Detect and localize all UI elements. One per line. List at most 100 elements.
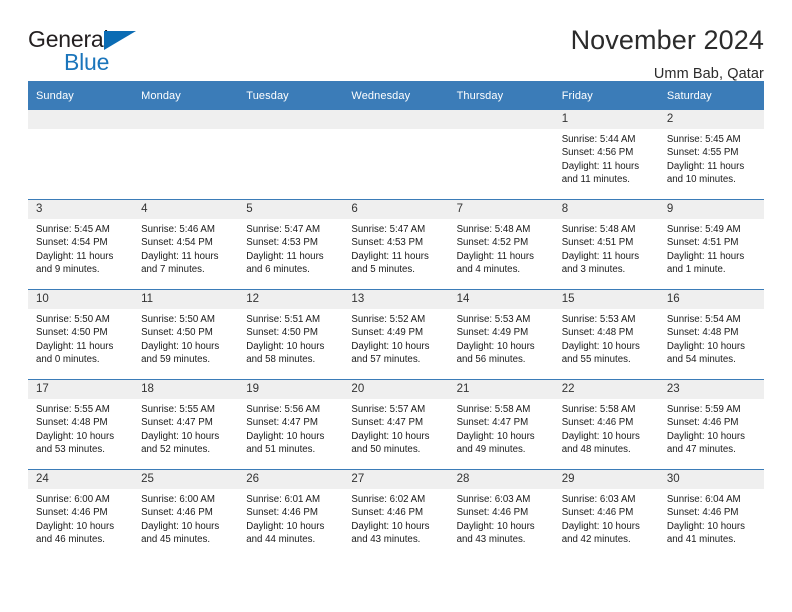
logo-text-blue: Blue — [64, 49, 110, 75]
weekday-header-tuesday: Tuesday — [238, 81, 344, 110]
calendar-day-cell[interactable]: 9 Sunrise: 5:49 AM Sunset: 4:51 PM Daylight… — [658, 199, 764, 290]
day-details: Sunrise: 5:51 AM Sunset: 4:50 PM Daylight:… — [238, 309, 343, 367]
calendar-day-cell[interactable]: 10 Sunrise: 5:50 AM Sunset: 4:50 PM Dayligh… — [28, 289, 134, 380]
daylight-text-line1: Daylight: 11 hours — [561, 250, 640, 262]
calendar-day-cell[interactable]: 3 Sunrise: 5:45 AM Sunset: 4:54 PM Daylight… — [28, 199, 134, 290]
daylight-text-line2: and 58 minutes. — [246, 354, 316, 366]
calendar-day-cell[interactable]: 25 Sunrise: 6:00 AM Sunset: 4:46 PM Dayligh… — [133, 469, 239, 559]
calendar-day-cell[interactable]: 15 Sunrise: 5:53 AM Sunset: 4:48 PM Dayligh… — [553, 289, 659, 380]
day-details: Sunrise: 5:56 AM Sunset: 4:47 PM Daylight:… — [238, 399, 343, 457]
sunrise-text: Sunrise: 6:04 AM — [666, 494, 741, 505]
sunset-text: Sunset: 4:48 PM — [561, 327, 634, 339]
day-details: Sunrise: 6:04 AM Sunset: 4:46 PM Daylight:… — [659, 489, 764, 547]
calendar-day-cell[interactable]: 23 Sunrise: 5:59 AM Sunset: 4:46 PM Dayligh… — [658, 379, 764, 470]
logo-text-general: General — [28, 26, 109, 52]
calendar-day-cell[interactable]: 8 Sunrise: 5:48 AM Sunset: 4:51 PM Daylight… — [553, 199, 659, 290]
calendar-day-cell-empty — [28, 110, 134, 200]
calendar-day-cell[interactable]: 21 Sunrise: 5:58 AM Sunset: 4:47 PM Dayligh… — [448, 379, 554, 470]
day-cell-inner: 4 Sunrise: 5:46 AM Sunset: 4:54 PM Daylight… — [133, 200, 239, 289]
day-cell-inner: 17 Sunrise: 5:55 AM Sunset: 4:48 PM Dayligh… — [28, 380, 134, 469]
calendar-day-cell[interactable]: 6 Sunrise: 5:47 AM Sunset: 4:53 PM Daylight… — [343, 199, 449, 290]
day-number: 30 — [658, 470, 764, 489]
sunrise-text: Sunrise: 5:56 AM — [246, 404, 321, 415]
daylight-text-line1: Daylight: 10 hours — [141, 520, 220, 532]
sunset-text: Sunset: 4:47 PM — [246, 417, 318, 429]
daylight-text-line1: Daylight: 10 hours — [666, 340, 745, 352]
calendar-day-cell[interactable]: 18 Sunrise: 5:55 AM Sunset: 4:47 PM Dayligh… — [133, 379, 239, 470]
day-number: 8 — [553, 200, 659, 219]
calendar-day-cell[interactable]: 1 Sunrise: 5:44 AM Sunset: 4:56 PM Daylight… — [553, 110, 659, 200]
daylight-text-line2: and 48 minutes. — [561, 444, 631, 456]
daylight-text-line2: and 46 minutes. — [36, 534, 105, 546]
calendar-day-cell[interactable]: 30 Sunrise: 6:04 AM Sunset: 4:46 PM Dayligh… — [658, 469, 764, 559]
daylight-text-line2: and 54 minutes. — [666, 354, 736, 366]
sunset-text: Sunset: 4:50 PM — [246, 327, 318, 339]
calendar-day-cell[interactable]: 13 Sunrise: 5:52 AM Sunset: 4:49 PM Dayligh… — [343, 289, 449, 380]
daylight-text-line2: and 6 minutes. — [246, 264, 310, 276]
calendar-day-cell-empty — [238, 110, 344, 200]
day-details: Sunrise: 6:03 AM Sunset: 4:46 PM Daylight:… — [449, 489, 554, 547]
day-number: 3 — [28, 200, 134, 219]
daylight-text-line2: and 56 minutes. — [456, 354, 526, 366]
day-details: Sunrise: 5:44 AM Sunset: 4:56 PM Daylight:… — [554, 129, 659, 187]
day-cell-inner: 13 Sunrise: 5:52 AM Sunset: 4:49 PM Dayligh… — [343, 290, 449, 379]
daylight-text-line2: and 43 minutes. — [351, 534, 421, 546]
daylight-text-line2: and 11 minutes. — [561, 174, 630, 186]
daylight-text-line2: and 57 minutes. — [351, 354, 421, 366]
sunrise-text: Sunrise: 5:48 AM — [456, 224, 531, 235]
calendar-week-row: 17 Sunrise: 5:55 AM Sunset: 4:48 PM Dayligh… — [28, 379, 764, 470]
calendar-page: General Blue November 2024 Umm Bab, Qata… — [0, 0, 792, 612]
daylight-text-line2: and 5 minutes. — [351, 264, 415, 276]
daylight-text-line1: Daylight: 11 hours — [561, 160, 640, 172]
sunset-text: Sunset: 4:54 PM — [36, 237, 108, 249]
day-details: Sunrise: 5:58 AM Sunset: 4:47 PM Daylight:… — [449, 399, 554, 457]
daylight-text-line1: Daylight: 10 hours — [666, 430, 745, 442]
calendar-day-cell[interactable]: 19 Sunrise: 5:56 AM Sunset: 4:47 PM Dayligh… — [238, 379, 344, 470]
day-cell-inner: 28 Sunrise: 6:03 AM Sunset: 4:46 PM Dayligh… — [448, 470, 554, 559]
calendar-day-cell[interactable]: 26 Sunrise: 6:01 AM Sunset: 4:46 PM Dayligh… — [238, 469, 344, 559]
calendar-day-cell[interactable]: 2 Sunrise: 5:45 AM Sunset: 4:55 PM Daylight… — [658, 110, 764, 200]
calendar-day-cell[interactable]: 7 Sunrise: 5:48 AM Sunset: 4:52 PM Daylight… — [448, 199, 554, 290]
day-number: 22 — [553, 380, 659, 399]
day-cell-inner: 18 Sunrise: 5:55 AM Sunset: 4:47 PM Dayligh… — [133, 380, 239, 469]
sunset-text: Sunset: 4:51 PM — [561, 237, 634, 249]
sunrise-text: Sunrise: 5:46 AM — [141, 224, 215, 235]
day-number: 9 — [658, 200, 764, 219]
general-blue-logo[interactable]: General Blue — [28, 26, 158, 78]
weekday-header-friday: Friday — [553, 81, 659, 110]
daylight-text-line1: Daylight: 10 hours — [351, 430, 430, 442]
calendar-day-cell[interactable]: 22 Sunrise: 5:58 AM Sunset: 4:46 PM Dayligh… — [553, 379, 659, 470]
sunset-text: Sunset: 4:46 PM — [666, 507, 739, 519]
day-cell-inner: 30 Sunrise: 6:04 AM Sunset: 4:46 PM Dayligh… — [658, 470, 764, 559]
day-cell-inner: 22 Sunrise: 5:58 AM Sunset: 4:46 PM Dayligh… — [553, 380, 659, 469]
day-number — [133, 110, 239, 129]
day-details: Sunrise: 6:01 AM Sunset: 4:46 PM Daylight:… — [238, 489, 343, 547]
day-cell-inner: 12 Sunrise: 5:51 AM Sunset: 4:50 PM Dayligh… — [238, 290, 344, 379]
calendar-day-cell[interactable]: 14 Sunrise: 5:53 AM Sunset: 4:49 PM Dayligh… — [448, 289, 554, 380]
day-cell-inner: 26 Sunrise: 6:01 AM Sunset: 4:46 PM Dayligh… — [238, 470, 344, 559]
calendar-day-cell[interactable]: 5 Sunrise: 5:47 AM Sunset: 4:53 PM Daylight… — [238, 199, 344, 290]
calendar-day-cell[interactable]: 12 Sunrise: 5:51 AM Sunset: 4:50 PM Dayligh… — [238, 289, 344, 380]
daylight-text-line2: and 45 minutes. — [141, 534, 211, 546]
day-cell-inner: 25 Sunrise: 6:00 AM Sunset: 4:46 PM Dayligh… — [133, 470, 239, 559]
sunset-text: Sunset: 4:46 PM — [561, 507, 634, 519]
day-details: Sunrise: 6:02 AM Sunset: 4:46 PM Daylight:… — [343, 489, 448, 547]
calendar-day-cell[interactable]: 20 Sunrise: 5:57 AM Sunset: 4:47 PM Dayligh… — [343, 379, 449, 470]
calendar-day-cell[interactable]: 17 Sunrise: 5:55 AM Sunset: 4:48 PM Dayligh… — [28, 379, 134, 470]
day-cell-inner: 14 Sunrise: 5:53 AM Sunset: 4:49 PM Dayligh… — [448, 290, 554, 379]
calendar-day-cell[interactable]: 27 Sunrise: 6:02 AM Sunset: 4:46 PM Dayligh… — [343, 469, 449, 559]
day-details: Sunrise: 6:00 AM Sunset: 4:46 PM Daylight:… — [28, 489, 133, 547]
calendar-day-cell[interactable]: 29 Sunrise: 6:03 AM Sunset: 4:46 PM Dayligh… — [553, 469, 659, 559]
sunset-text: Sunset: 4:48 PM — [666, 327, 739, 339]
day-number: 24 — [28, 470, 134, 489]
daylight-text-line1: Daylight: 10 hours — [246, 430, 325, 442]
calendar-day-cell[interactable]: 11 Sunrise: 5:50 AM Sunset: 4:50 PM Dayligh… — [133, 289, 239, 380]
day-cell-inner: 16 Sunrise: 5:54 AM Sunset: 4:48 PM Dayligh… — [658, 290, 764, 379]
calendar-day-cell[interactable]: 28 Sunrise: 6:03 AM Sunset: 4:46 PM Dayligh… — [448, 469, 554, 559]
sunset-text: Sunset: 4:53 PM — [246, 237, 318, 249]
calendar-day-cell[interactable]: 4 Sunrise: 5:46 AM Sunset: 4:54 PM Daylight… — [133, 199, 239, 290]
calendar-day-cell[interactable]: 16 Sunrise: 5:54 AM Sunset: 4:48 PM Dayligh… — [658, 289, 764, 380]
calendar-day-cell[interactable]: 24 Sunrise: 6:00 AM Sunset: 4:46 PM Dayligh… — [28, 469, 134, 559]
day-cell-inner: 10 Sunrise: 5:50 AM Sunset: 4:50 PM Dayligh… — [28, 290, 134, 379]
calendar-table: Sunday Monday Tuesday Wednesday Thursday… — [28, 81, 764, 559]
